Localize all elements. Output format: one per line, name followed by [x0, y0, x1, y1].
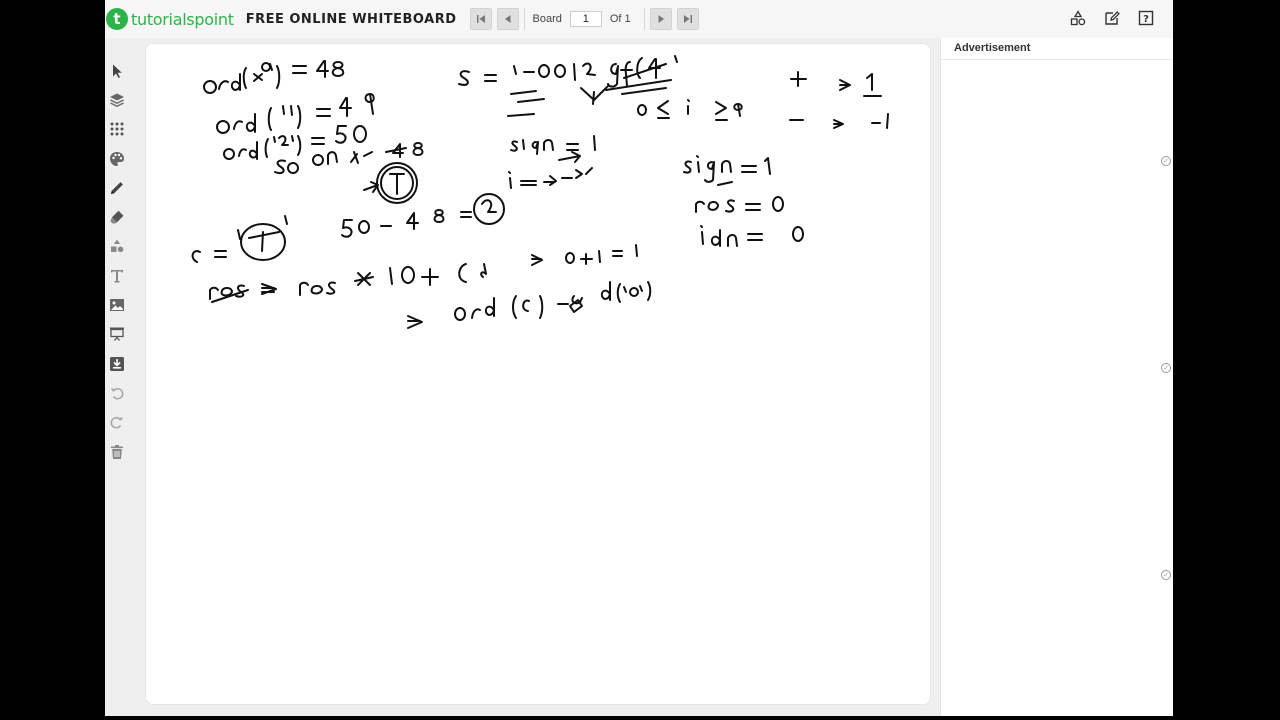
layers-tool[interactable]	[105, 85, 129, 114]
next-board-button[interactable]	[649, 8, 672, 30]
ad-title: Advertisement	[941, 38, 1173, 60]
board-nav	[469, 8, 525, 30]
image-icon	[110, 299, 124, 312]
text-icon	[111, 269, 123, 283]
brand-name-part1: tutorials	[131, 9, 195, 29]
prev-icon	[504, 15, 510, 23]
ad-info-icon[interactable]: ✓	[1161, 156, 1171, 166]
ink-fifty-minus-48	[341, 193, 505, 238]
download-tool[interactable]	[105, 349, 129, 378]
next-icon	[658, 15, 664, 23]
ink-init-vars	[683, 155, 804, 247]
brand-name: tutorialspoint	[131, 10, 234, 29]
prev-board-button[interactable]	[496, 8, 519, 30]
undo-icon	[110, 387, 124, 400]
ink-res-update	[209, 244, 638, 303]
delete-tool[interactable]	[105, 437, 129, 466]
redo-tool[interactable]	[105, 408, 129, 437]
ink-ord-formula	[407, 281, 652, 329]
whiteboard-canvas[interactable]	[145, 43, 931, 705]
undo-tool[interactable]	[105, 378, 129, 407]
first-icon	[476, 15, 485, 23]
text-tool[interactable]	[105, 261, 129, 290]
top-bar: t tutorialspoint FREE ONLINE WHITEBOARD …	[105, 0, 1173, 38]
select-tool[interactable]	[105, 56, 129, 85]
ink-c-equals	[191, 215, 288, 263]
svg-text:?: ?	[1143, 14, 1149, 25]
brand-logo[interactable]: t tutorialspoint	[106, 8, 234, 30]
dots-grid-icon	[110, 122, 124, 136]
ink-ord-one-49	[216, 93, 375, 134]
help-icon[interactable]: ?	[1137, 9, 1155, 27]
ad-info-icon[interactable]: ✓	[1161, 570, 1171, 580]
logo-icon: t	[106, 8, 128, 30]
shapes-tool[interactable]	[105, 232, 129, 261]
nav-divider	[643, 8, 645, 30]
last-icon	[683, 15, 692, 23]
ink-so-on	[274, 142, 424, 175]
palette-tool[interactable]	[105, 144, 129, 173]
eraser-icon	[110, 210, 124, 224]
edit-icon[interactable]	[1103, 9, 1121, 27]
eraser-tool[interactable]	[105, 202, 129, 231]
whiteboard-app: t tutorialspoint FREE ONLINE WHITEBOARD …	[105, 0, 1173, 716]
presentation-icon	[110, 327, 124, 342]
cursor-icon	[113, 64, 122, 78]
ink-drawing	[191, 55, 889, 329]
board-number-input[interactable]: 1	[569, 11, 602, 27]
board-count: Of 1	[609, 13, 631, 25]
ink-ord-two-50	[223, 125, 367, 160]
grid-dots-tool[interactable]	[105, 115, 129, 144]
left-toolbar	[105, 56, 129, 466]
presentation-tool[interactable]	[105, 320, 129, 349]
ink-circled-one	[363, 162, 418, 204]
shapes-icon[interactable]	[1069, 9, 1087, 27]
board-nav-next	[643, 8, 699, 30]
download-icon	[110, 356, 124, 371]
brand-name-part2: point	[194, 9, 234, 29]
ink-sign-map	[789, 71, 889, 129]
pen-tool[interactable]	[105, 173, 129, 202]
shapes-tool-icon	[111, 239, 124, 253]
redo-icon	[110, 417, 124, 429]
ink-sign-i	[508, 135, 596, 189]
ad-panel: Advertisement ✓ ✓ ✓	[940, 38, 1173, 716]
board-label: Board	[532, 13, 562, 25]
first-board-button[interactable]	[469, 8, 492, 30]
palette-icon	[110, 151, 124, 166]
ink-i-range	[637, 99, 743, 121]
right-tools: ?	[1069, 9, 1155, 27]
nav-divider	[523, 8, 525, 30]
app-title: FREE ONLINE WHITEBOARD	[245, 11, 457, 27]
ink-ord-zero-48	[203, 60, 345, 94]
image-tool[interactable]	[105, 290, 129, 319]
layers-icon	[110, 93, 124, 107]
trash-icon	[111, 444, 123, 459]
ad-info-icon[interactable]: ✓	[1161, 363, 1171, 373]
pencil-icon	[111, 181, 123, 194]
last-board-button[interactable]	[676, 8, 699, 30]
